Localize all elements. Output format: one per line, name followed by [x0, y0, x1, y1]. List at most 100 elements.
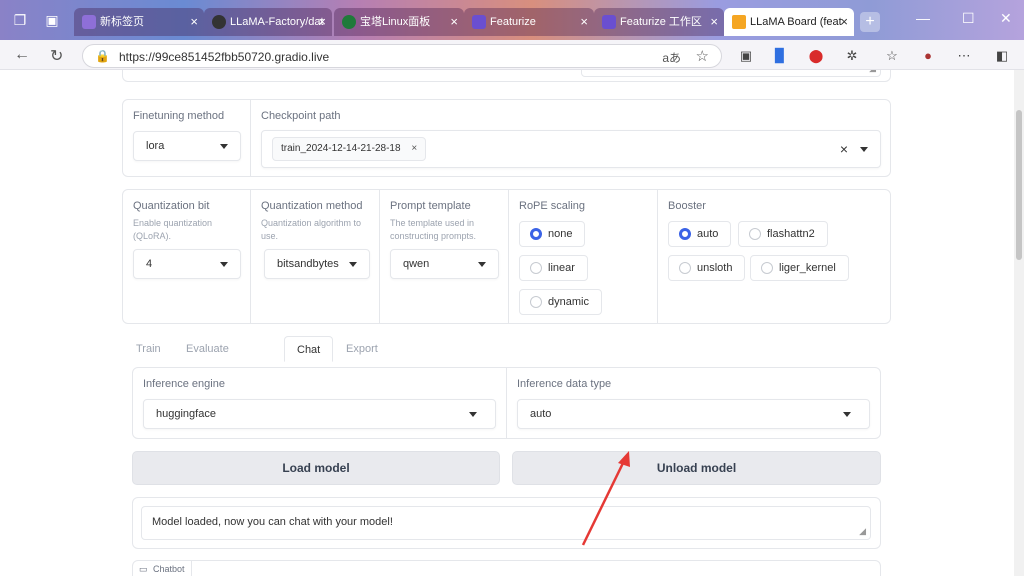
resize-grip-icon[interactable]: ◢ — [859, 526, 866, 537]
info-textbox[interactable]: Model loaded, now you can chat with your… — [141, 506, 871, 540]
tab-label: Featurize — [490, 16, 536, 28]
tab-label: LLaMA Board (feat — [750, 16, 842, 28]
booster-radio-auto[interactable]: auto — [668, 221, 732, 247]
clear-icon[interactable]: × — [840, 141, 848, 157]
url-bar[interactable]: 🔒 https://99ce851452fbb50720.gradio.live… — [82, 44, 722, 68]
finetuning-method-label: Finetuning method — [133, 110, 225, 122]
dropdown-value: qwen — [403, 258, 430, 270]
inference-dtype-dropdown[interactable]: auto — [517, 399, 870, 429]
radio-label: liger_kernel — [779, 262, 836, 274]
adblock-icon[interactable]: ⬤ — [808, 48, 824, 64]
browser-tab-newtab[interactable]: 新标签页 × — [74, 8, 204, 36]
chip-remove-icon[interactable]: × — [411, 143, 417, 154]
browser-tab-bar: ❐ ▣ 新标签页 × LLaMA-Factory/dat × 宝塔Linux面板… — [0, 0, 1024, 40]
close-tab-icon[interactable]: × — [450, 8, 458, 36]
rope-radio-linear[interactable]: linear — [519, 255, 588, 281]
close-tab-icon[interactable]: × — [318, 8, 326, 36]
radio-dot-icon — [761, 262, 773, 274]
url-text[interactable]: https://99ce851452fbb50720.gradio.live — [119, 50, 329, 64]
rope-radio-none[interactable]: none — [519, 221, 586, 247]
quantization-row: Quantization bit Enable quantization (QL… — [122, 189, 891, 324]
inference-engine-cell: Inference engine huggingface — [133, 368, 507, 438]
rope-radio-dynamic[interactable]: dynamic — [519, 289, 602, 315]
chip-label: train_2024-12-14-21-28-18 — [281, 143, 401, 154]
quantization-method-info: Quantization algorithm to use. — [261, 218, 362, 241]
rope-scaling-cell: RoPE scaling none linear dynamic — [509, 190, 658, 323]
quantization-bit-dropdown[interactable]: 4 — [133, 249, 241, 279]
red-arrow-annotation — [581, 451, 630, 546]
favorites-icon[interactable]: ☆ — [884, 48, 900, 64]
dropdown-value: bitsandbytes — [277, 258, 339, 270]
browser-tab-featurize[interactable]: Featurize × — [464, 8, 594, 36]
tab-evaluate-predict[interactable]: Evaluate & Predict — [186, 336, 229, 407]
close-tab-icon[interactable]: × — [710, 8, 718, 36]
radio-label: linear — [548, 262, 575, 274]
quantization-method-dropdown[interactable]: bitsandbytes — [264, 249, 370, 279]
tab-export[interactable]: Export — [346, 336, 378, 362]
browser-tab-baota[interactable]: 宝塔Linux面板 × — [334, 8, 464, 36]
dropdown-value: auto — [530, 408, 552, 420]
prompt-template-label: Prompt template — [390, 200, 471, 212]
chevron-down-icon — [349, 262, 357, 267]
extension-dark-icon[interactable]: ▣ — [738, 48, 754, 64]
checkpoint-path-cell: Checkpoint path train_2024-12-14-21-28-1… — [251, 100, 891, 176]
back-icon[interactable]: ← — [14, 46, 30, 64]
refresh-icon[interactable]: ↻ — [50, 46, 63, 66]
page-scrollbar[interactable] — [1014, 70, 1024, 576]
close-tab-icon[interactable]: × — [190, 8, 198, 36]
extension-blue-icon[interactable]: ▉ — [772, 48, 788, 64]
browser-tab-featurize-workspace[interactable]: Featurize 工作区 × — [594, 8, 724, 36]
tab-actions-icon[interactable]: ▣ — [44, 12, 60, 28]
close-tab-icon[interactable]: × — [840, 8, 848, 36]
checkpoint-chip[interactable]: train_2024-12-14-21-28-18 × — [272, 137, 427, 161]
inference-dtype-label: Inference data type — [517, 378, 612, 390]
github-favicon-icon — [212, 15, 226, 29]
page-content: ◢ Finetuning method lora Checkpoint path… — [0, 70, 1014, 576]
scrollbar-thumb[interactable] — [1016, 110, 1022, 260]
chatbot-label: Chatbot — [153, 564, 185, 574]
load-model-button[interactable]: Load model — [132, 451, 500, 485]
unload-model-button[interactable]: Unload model — [512, 451, 881, 485]
close-tab-icon[interactable]: × — [580, 8, 588, 36]
lock-icon[interactable]: 🔒 — [95, 49, 110, 63]
chevron-down-icon — [469, 412, 477, 417]
browser-tab-llama-board[interactable]: LLaMA Board (feat × — [724, 8, 854, 36]
booster-radio-unsloth[interactable]: unsloth — [668, 255, 746, 281]
info-box-panel: Model loaded, now you can chat with your… — [132, 497, 881, 549]
quantization-method-cell: Quantization method Quantization algorit… — [251, 190, 380, 323]
booster-radio-liger-kernel[interactable]: liger_kernel — [750, 255, 849, 281]
browser-tab-llama-factory[interactable]: LLaMA-Factory/dat × — [204, 8, 332, 36]
arrow-head-icon — [618, 451, 630, 467]
sidebar-toggle-icon[interactable]: ◧ — [994, 48, 1010, 64]
tab-label: 宝塔Linux面板 — [360, 16, 431, 28]
new-tab-button[interactable]: + — [860, 12, 880, 32]
workspaces-icon[interactable]: ❐ — [12, 12, 28, 28]
close-window-icon[interactable]: ✕ — [1000, 10, 1012, 27]
favorite-star-icon[interactable]: ☆ — [696, 47, 709, 65]
previous-textarea[interactable]: ◢ — [581, 70, 881, 77]
rope-scaling-label: RoPE scaling — [519, 200, 586, 212]
minimize-icon[interactable]: — — [916, 10, 930, 26]
booster-label: Booster — [668, 200, 706, 212]
read-aloud-icon[interactable]: aあ — [662, 49, 681, 66]
finetuning-method-dropdown[interactable]: lora — [133, 131, 241, 161]
prompt-template-dropdown[interactable]: qwen — [390, 249, 499, 279]
tab-train[interactable]: Train — [136, 336, 161, 362]
checkpoint-path-label: Checkpoint path — [261, 110, 341, 122]
profile-avatar-icon[interactable]: ● — [920, 48, 936, 64]
finetune-row: Finetuning method lora Checkpoint path t… — [122, 99, 891, 177]
booster-radio-flashattn2[interactable]: flashattn2 — [738, 221, 828, 247]
radio-dot-icon — [530, 228, 542, 240]
extensions-icon[interactable]: ✲ — [844, 48, 860, 64]
quantization-bit-info: Enable quantization (QLoRA). — [133, 218, 213, 241]
resize-grip-icon[interactable]: ◢ — [869, 70, 876, 74]
checkpoint-path-dropdown[interactable]: train_2024-12-14-21-28-18 × × — [261, 130, 881, 168]
quantization-bit-label: Quantization bit — [133, 200, 210, 212]
maximize-icon[interactable]: ☐ — [962, 10, 975, 27]
more-menu-icon[interactable]: ⋯ — [956, 48, 972, 64]
tab-chat[interactable]: Chat — [284, 336, 334, 362]
newtab-favicon-icon — [82, 15, 96, 29]
previous-panel: ◢ — [122, 70, 891, 82]
chatbot-panel: ▭ Chatbot — [132, 560, 881, 576]
inference-engine-dropdown[interactable]: huggingface — [143, 399, 496, 429]
